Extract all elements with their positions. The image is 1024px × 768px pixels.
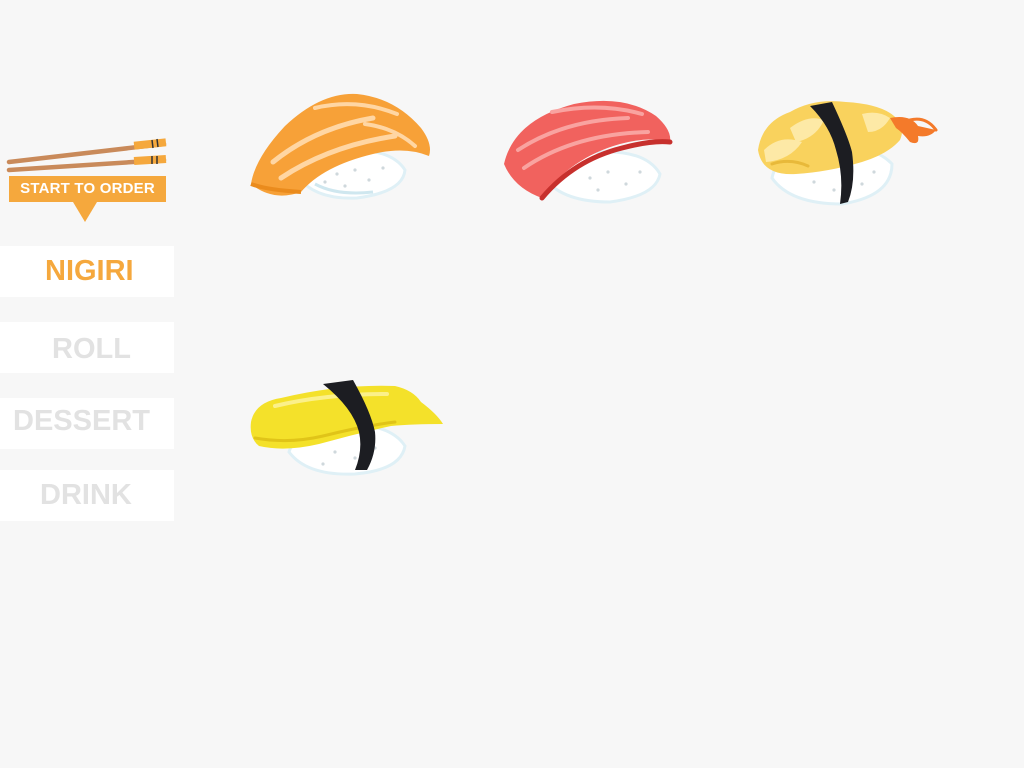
menu-item-roll[interactable]: ROLL xyxy=(0,322,174,373)
menu-item-label: NIGIRI xyxy=(45,255,134,287)
chopsticks-icon xyxy=(6,138,167,173)
menu-item-label: ROLL xyxy=(52,333,131,365)
menu-item-label: DRINK xyxy=(40,479,132,511)
shrimp-nigiri-icon[interactable] xyxy=(750,92,950,212)
logo-pointer xyxy=(73,202,97,222)
salmon-nigiri-icon[interactable] xyxy=(245,88,445,208)
menu-item-dessert[interactable]: DESSERT xyxy=(0,398,174,449)
tuna-nigiri-icon[interactable] xyxy=(500,90,700,210)
tamago-nigiri-icon[interactable] xyxy=(245,372,445,492)
menu-item-nigiri[interactable]: NIGIRI xyxy=(0,246,174,297)
menu-item-label: DESSERT xyxy=(13,405,150,437)
menu-item-drink[interactable]: DRINK xyxy=(0,470,174,521)
logo-banner-text: START TO ORDER xyxy=(9,176,166,202)
start-to-order-logo: START TO ORDER xyxy=(0,130,175,230)
